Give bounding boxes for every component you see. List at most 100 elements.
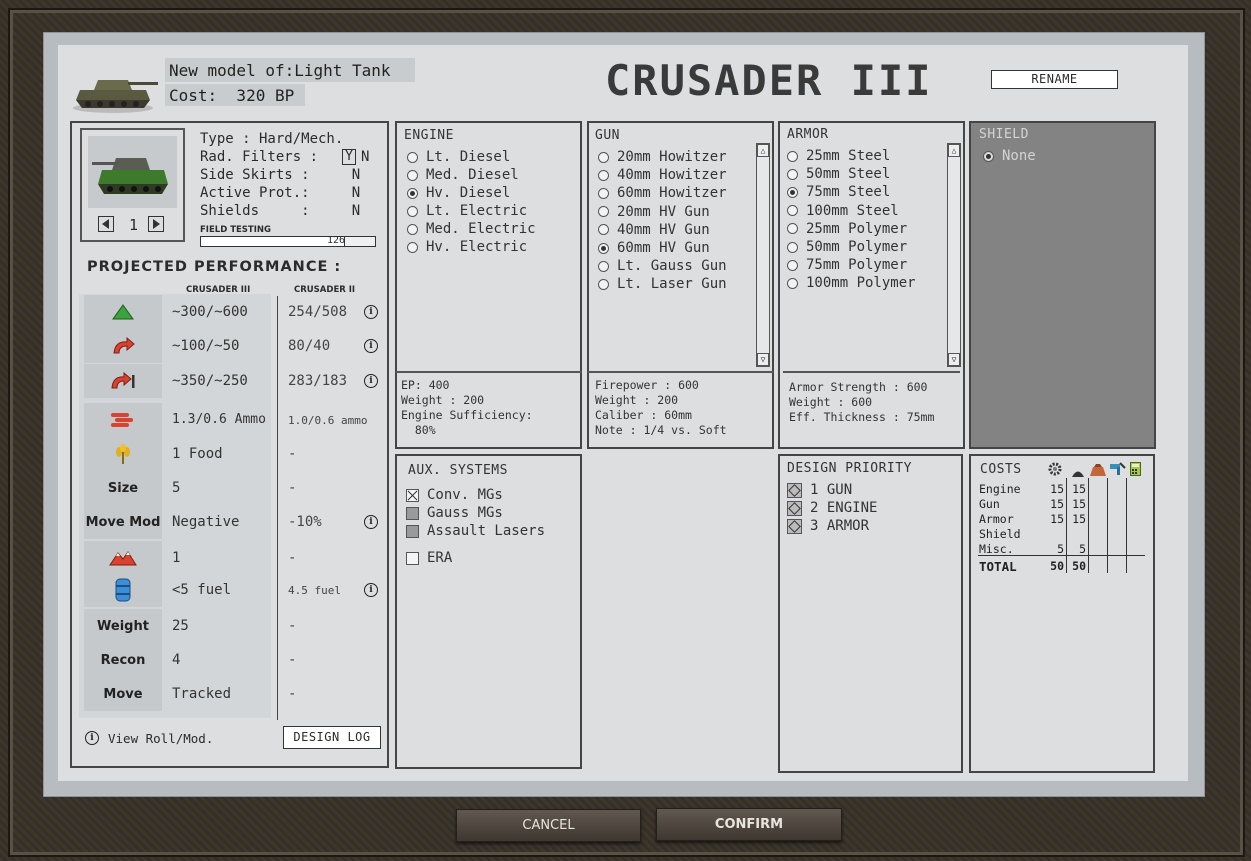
- info-icon[interactable]: i: [364, 515, 378, 529]
- priority-reorder-icon[interactable]: [787, 518, 802, 534]
- engine-option-label: Med. Electric: [426, 221, 536, 237]
- armor-scrollbar[interactable]: △ ▽: [947, 143, 961, 367]
- rad-filters-no[interactable]: N: [361, 149, 369, 165]
- engine-option-label: Lt. Diesel: [426, 149, 511, 165]
- perf-row-value: Negative: [172, 514, 240, 530]
- perf-row-compare: 1.0/0.6 ammo: [288, 414, 368, 427]
- rad-filters-yes[interactable]: Y: [342, 149, 356, 165]
- armor-option[interactable]: 75mm Steel: [787, 184, 890, 200]
- view-roll-info-icon[interactable]: i: [85, 731, 99, 745]
- aux-item[interactable]: ERA: [406, 550, 452, 566]
- tools-icon: [1108, 461, 1126, 475]
- info-icon[interactable]: i: [364, 339, 378, 353]
- armor-option-label: 75mm Steel: [806, 184, 891, 201]
- gun-option[interactable]: 60mm HV Gun: [598, 240, 710, 256]
- armor-option[interactable]: 75mm Polymer: [787, 257, 907, 273]
- cost-row-name: Shield: [979, 527, 1021, 541]
- armor-option[interactable]: 100mm Polymer: [787, 275, 916, 291]
- scroll-up-icon[interactable]: △: [757, 144, 769, 157]
- next-variant-button[interactable]: [148, 216, 164, 232]
- gun-option[interactable]: 20mm Howitzer: [598, 149, 727, 165]
- aux-item[interactable]: Assault Lasers: [406, 523, 545, 539]
- aux-item-label: Conv. MGs: [427, 487, 503, 503]
- armor-option[interactable]: 25mm Steel: [787, 148, 890, 164]
- cost-row-name: Armor: [979, 512, 1014, 526]
- cost-row-name: Gun: [979, 497, 1000, 511]
- scroll-up-icon[interactable]: △: [948, 144, 960, 157]
- radio-icon: [787, 150, 798, 162]
- arrow-right-icon: [153, 219, 160, 229]
- perf-row-label: [84, 295, 162, 329]
- priority-item[interactable]: 3 ARMOR: [787, 518, 869, 534]
- armor-stat: Eff. Thickness : 75mm: [789, 410, 935, 424]
- cost-total-label: TOTAL: [979, 559, 1017, 574]
- gun-option[interactable]: 40mm Howitzer: [598, 167, 727, 183]
- armor-option[interactable]: 25mm Polymer: [787, 221, 907, 237]
- rename-button[interactable]: RENAME: [991, 70, 1118, 89]
- shield-title: SHIELD: [979, 127, 1029, 142]
- perf-row-value: <5 fuel: [172, 582, 232, 598]
- engine-option[interactable]: Med. Diesel: [407, 167, 519, 183]
- engine-option[interactable]: Hv. Diesel: [407, 185, 510, 201]
- armor-option[interactable]: 50mm Steel: [787, 166, 890, 182]
- active-protection: Active Prot.: N: [200, 185, 361, 201]
- view-roll-label[interactable]: View Roll/Mod.: [108, 731, 213, 746]
- radio-icon: [407, 205, 418, 217]
- aux-item[interactable]: Gauss MGs: [406, 505, 503, 521]
- checkbox-icon: [406, 524, 419, 538]
- radio-icon: [407, 151, 418, 163]
- priority-item-label: 2 ENGINE: [810, 500, 878, 516]
- scroll-down-icon[interactable]: ▽: [757, 353, 769, 366]
- engine-option[interactable]: Lt. Electric: [407, 203, 527, 219]
- cancel-button[interactable]: CANCEL: [456, 809, 641, 842]
- gun-option[interactable]: 20mm HV Gun: [598, 204, 710, 220]
- confirm-button[interactable]: CONFIRM: [656, 808, 842, 841]
- armor-option-label: 25mm Polymer: [806, 220, 908, 237]
- priority-reorder-icon[interactable]: [787, 482, 802, 498]
- gun-option[interactable]: 40mm HV Gun: [598, 222, 710, 238]
- info-icon[interactable]: i: [364, 305, 378, 319]
- cost-line: Cost: 320 BP: [169, 86, 295, 105]
- gun-scrollbar[interactable]: △ ▽: [756, 143, 770, 367]
- armor-option[interactable]: 50mm Polymer: [787, 239, 907, 255]
- info-icon[interactable]: i: [364, 374, 378, 388]
- unit-type: Type : Hard/Mech.: [200, 131, 344, 147]
- field-testing-bar: 126: [200, 235, 376, 247]
- shields-flag: Shields : N: [200, 203, 361, 219]
- engine-option[interactable]: Hv. Electric: [407, 239, 527, 255]
- attack-range-icon: [110, 372, 136, 390]
- design-log-button[interactable]: DESIGN LOG: [283, 726, 381, 749]
- aux-title: AUX. SYSTEMS: [408, 463, 508, 478]
- gear-icon: [1048, 461, 1062, 476]
- priority-item[interactable]: 1 GUN: [787, 482, 852, 498]
- gun-option-label: Lt. Gauss Gun: [617, 258, 727, 275]
- gun-option[interactable]: 60mm Howitzer: [598, 185, 727, 201]
- radio-icon: [787, 186, 798, 198]
- scroll-down-icon[interactable]: ▽: [948, 353, 960, 366]
- priority-reorder-icon[interactable]: [787, 500, 802, 516]
- engine-option[interactable]: Lt. Diesel: [407, 149, 510, 165]
- armor-option-label: 50mm Polymer: [806, 239, 908, 255]
- engine-stat: Engine Sufficiency:: [401, 408, 533, 422]
- gun-option[interactable]: Lt. Laser Gun: [598, 276, 727, 292]
- aux-item-label: Assault Lasers: [427, 523, 546, 539]
- fuel-icon: [114, 577, 132, 603]
- info-icon[interactable]: i: [364, 583, 378, 597]
- prev-variant-button[interactable]: [98, 216, 114, 232]
- arrow-left-icon: [102, 219, 109, 229]
- aux-item[interactable]: Conv. MGs: [406, 487, 503, 503]
- shield-option-none[interactable]: None: [983, 148, 1036, 164]
- priority-item[interactable]: 2 ENGINE: [787, 500, 877, 516]
- perf-row-label: [84, 329, 162, 363]
- col-prev-header: CRUSADER II: [294, 285, 356, 295]
- attack-soft-icon: [112, 303, 134, 321]
- armor-option-label: 50mm Steel: [806, 166, 891, 183]
- perf-row-value: 4: [172, 652, 181, 668]
- radio-icon: [598, 242, 609, 254]
- perf-row-compare: -: [288, 686, 297, 702]
- cost-total-a: 50: [1050, 559, 1064, 573]
- gun-option[interactable]: Lt. Gauss Gun: [598, 258, 727, 274]
- engine-option[interactable]: Med. Electric: [407, 221, 536, 237]
- perf-row-label: [84, 437, 162, 471]
- armor-option[interactable]: 100mm Steel: [787, 203, 899, 219]
